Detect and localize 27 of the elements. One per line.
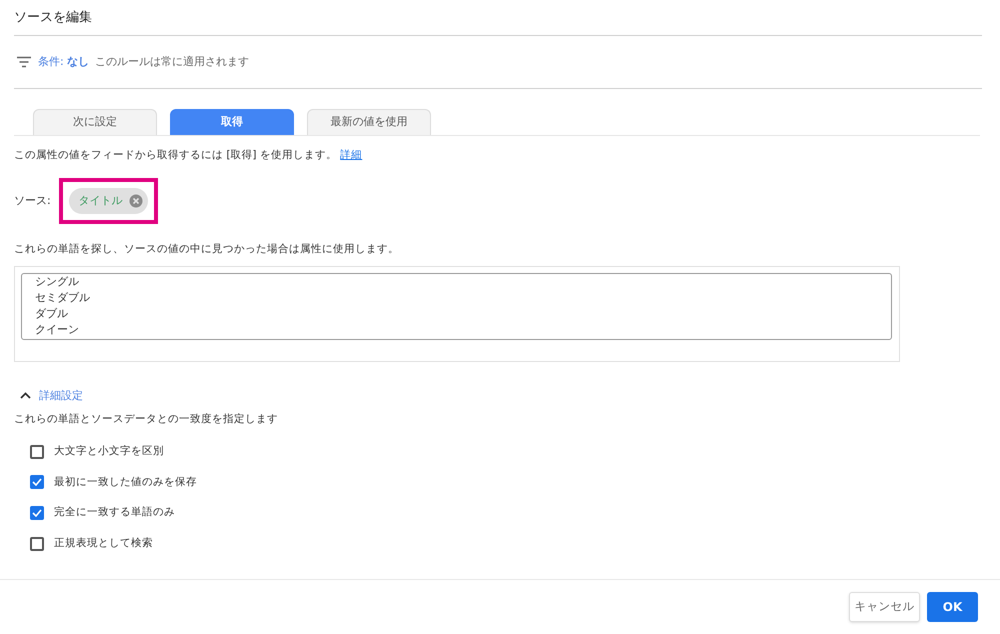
option-label: 正規表現として検索: [54, 536, 153, 551]
chip-label: タイトル: [78, 192, 123, 208]
checkbox[interactable]: [30, 444, 44, 459]
checkbox[interactable]: [30, 536, 44, 551]
condition-link[interactable]: 条件: なし: [38, 54, 90, 70]
option-label: 最初に一致した値のみを保存: [54, 474, 197, 490]
tab[interactable]: 取得: [170, 109, 294, 135]
checkbox[interactable]: [30, 506, 44, 520]
cancel-button[interactable]: キャンセル: [849, 592, 920, 622]
advanced-toggle[interactable]: 詳細設定: [20, 388, 83, 404]
condition-note: このルールは常に適用されます: [95, 54, 250, 70]
description-text: この属性の値をフィードから取得するには [取得] を使用します。 詳細: [14, 148, 364, 163]
chevron-up-icon: [20, 392, 31, 400]
option-label: 大文字と小文字を区別: [54, 444, 164, 459]
ok-button[interactable]: OK: [927, 592, 978, 622]
remove-icon[interactable]: [128, 194, 143, 208]
source-label: ソース:: [14, 192, 51, 208]
advanced-description: これらの単語とソースデータとの一致度を指定します: [14, 412, 279, 427]
tab[interactable]: 最新の値を使用: [307, 109, 431, 135]
tab[interactable]: 次に設定: [33, 109, 157, 135]
words-field[interactable]: シングル セミダブル ダブル クイーン: [21, 272, 892, 340]
instruction-text: これらの単語を探し、ソースの値の中に見つかった場合は属性に使用します。: [14, 242, 400, 257]
filter-icon: [16, 56, 32, 68]
checkbox[interactable]: [30, 475, 44, 490]
details-link[interactable]: 詳細: [340, 149, 362, 161]
dialog-title: ソースを編集: [14, 8, 92, 27]
option-label: 完全に一致する単語のみ: [54, 505, 175, 520]
